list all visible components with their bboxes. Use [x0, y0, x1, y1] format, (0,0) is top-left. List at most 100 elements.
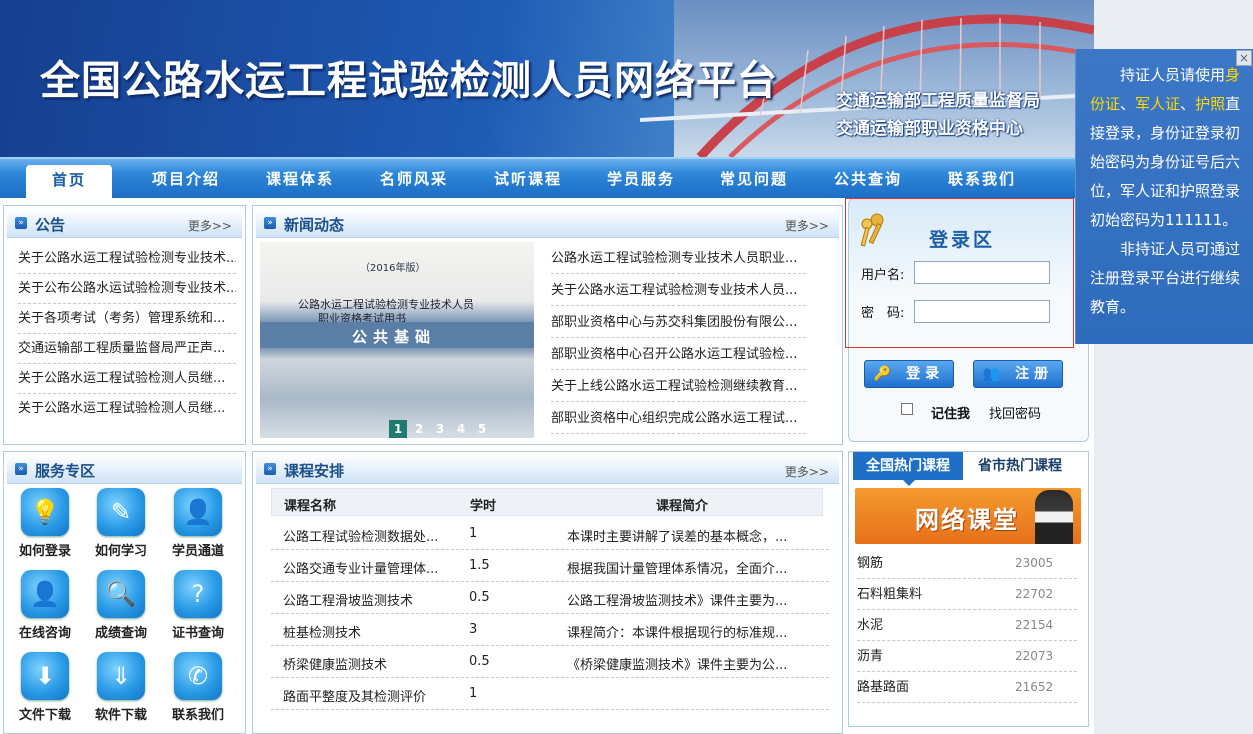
announcement-item[interactable]: 关于各项考试（考务）管理系统和...	[18, 304, 236, 334]
announcement-item[interactable]: 交通运输部工程质量监督局严正声...	[18, 334, 236, 364]
table-row[interactable]: 公路工程试验检测数据处... 1 本课时主要讲解了误差的基本概念，...	[271, 518, 829, 550]
announcement-panel: » 公告 更多>> 关于公路水运工程试验检测专业技术... 关于公布公路水运试验…	[3, 205, 246, 445]
service-contact-us[interactable]: ✆ 联系我们	[168, 652, 228, 726]
register-button[interactable]: 👥 注册	[973, 360, 1063, 388]
service-file-download[interactable]: ⬇ 文件下载	[15, 652, 75, 726]
nav-contact[interactable]: 联系我们	[948, 168, 1016, 189]
course-name[interactable]: 公路工程滑坡监测技术	[283, 590, 453, 609]
tab-national-hot[interactable]: 全国热门课程	[853, 452, 963, 480]
col-course-name: 课程名称	[284, 499, 337, 514]
pager-page[interactable]: 2	[410, 420, 428, 438]
arrow-icon: »	[264, 217, 276, 229]
course-desc: 课程简介：本课件根据现行的标准规...	[567, 626, 788, 641]
course-hours: 0.5	[469, 654, 490, 669]
hot-course-name: 路基路面	[857, 680, 910, 695]
announcement-item[interactable]: 关于公路水运工程试验检测人员继...	[18, 364, 236, 394]
hot-course-item[interactable]: 沥青 22073	[857, 641, 1077, 672]
nav-teachers[interactable]: 名师风采	[380, 168, 448, 189]
course-more-link[interactable]: 更多>>	[785, 463, 829, 480]
service-panel: » 服务专区 💡 如何登录 ✎ 如何学习 👤 学员通道 👤 在线咨询 🔍 成绩查询 ? 证书…	[3, 451, 246, 734]
hot-course-count: 21652	[1015, 680, 1054, 694]
login-highlight-frame	[845, 198, 1074, 348]
course-desc: 公路工程滑坡监测技术》课件主要为...	[567, 594, 788, 609]
table-row[interactable]: 公路交通专业计量管理体... 1.5 根据我国计量管理体系情况，全面介...	[271, 550, 829, 582]
tip-sep: 、	[1180, 95, 1196, 113]
course-table-header: 课程名称 学时 课程简介	[271, 488, 823, 516]
service-how-to-login[interactable]: 💡 如何登录	[15, 488, 75, 562]
news-item[interactable]: 部职业资格中心与苏交科集团股份有限公...	[551, 307, 806, 338]
pager-page[interactable]: 5	[473, 420, 491, 438]
nav-faq[interactable]: 常见问题	[720, 168, 788, 189]
course-desc: 根据我国计量管理体系情况，全面介...	[567, 562, 788, 577]
pager-page[interactable]: 4	[452, 420, 470, 438]
site-banner: 全国公路水运工程试验检测人员网络平台 交通运输部工程质量监督局 交通运输部职业资…	[0, 0, 1094, 157]
hot-course-item[interactable]: 石料粗集料 22702	[857, 579, 1077, 610]
service-label: 如何登录	[18, 544, 71, 559]
service-certificate-query[interactable]: ? 证书查询	[168, 570, 228, 644]
news-title: 新闻动态	[284, 216, 345, 234]
service-online-consult[interactable]: 👤 在线咨询	[15, 570, 75, 644]
register-button-label: 注册	[1015, 366, 1054, 382]
tip-military: 军人证	[1135, 95, 1181, 113]
presenter-figure	[1035, 490, 1073, 544]
nav-public-query[interactable]: 公共查询	[834, 168, 902, 189]
service-student-channel[interactable]: 👤 学员通道	[168, 488, 228, 562]
course-name[interactable]: 桩基检测技术	[283, 622, 453, 641]
question-icon: ?	[174, 570, 222, 618]
news-item[interactable]: 关于上线公路水运工程试验检测继续教育...	[551, 371, 806, 402]
service-title: 服务专区	[35, 462, 96, 480]
pager-page[interactable]: 3	[431, 420, 449, 438]
news-item[interactable]: 关于公路水运工程试验检测专业技术人员...	[551, 275, 806, 306]
course-name[interactable]: 公路交通专业计量管理体...	[283, 558, 453, 577]
recover-password-link[interactable]: 找回密码	[989, 403, 1041, 422]
announcement-header: » 公告 更多>>	[7, 209, 242, 238]
course-desc: 本课时主要讲解了误差的基本概念，...	[567, 530, 788, 545]
pager-page[interactable]: 1	[389, 420, 407, 438]
table-row[interactable]: 公路工程滑坡监测技术 0.5 公路工程滑坡监测技术》课件主要为...	[271, 582, 829, 614]
news-item[interactable]: 部职业资格中心召开公路水运工程试验检...	[551, 339, 806, 370]
service-score-query[interactable]: 🔍 成绩查询	[91, 570, 151, 644]
table-row[interactable]: 路面平整度及其检测评价 1	[271, 678, 829, 710]
col-hours: 学时	[470, 499, 497, 514]
consult-icon: 👤	[21, 570, 69, 618]
users-icon: 👥	[982, 366, 1006, 382]
course-hours: 0.5	[469, 590, 490, 605]
course-name[interactable]: 桥梁健康监测技术	[283, 654, 453, 673]
table-row[interactable]: 桩基检测技术 3 课程简介：本课件根据现行的标准规...	[271, 614, 829, 646]
tab-provincial-hot[interactable]: 省市热门课程	[965, 452, 1075, 480]
service-software-download[interactable]: ⇓ 软件下载	[91, 652, 151, 726]
service-label: 成绩查询	[94, 626, 147, 641]
announcement-item[interactable]: 关于公布公路水运试验检测专业技术...	[18, 274, 236, 304]
login-button[interactable]: 🔑 登录	[864, 360, 954, 388]
nav-student-service[interactable]: 学员服务	[607, 168, 675, 189]
course-hours: 3	[469, 622, 478, 637]
nav-course-system[interactable]: 课程体系	[266, 168, 334, 189]
hot-course-count: 23005	[1015, 556, 1054, 570]
tip-passport: 护照	[1195, 95, 1226, 113]
news-item[interactable]: 部职业资格中心组织完成公路水运工程试...	[551, 403, 806, 434]
course-schedule-panel: » 课程安排 更多>> 课程名称 学时 课程简介 公路工程试验检测数据处... 1…	[252, 451, 843, 734]
service-how-to-learn[interactable]: ✎ 如何学习	[91, 488, 151, 562]
tip-sep: 、	[1120, 95, 1136, 113]
remember-checkbox[interactable]	[901, 403, 913, 415]
site-title: 全国公路水运工程试验检测人员网络平台	[40, 57, 778, 104]
hot-course-item[interactable]: 路基路面 21652	[857, 672, 1077, 703]
nav-project-intro[interactable]: 项目介绍	[152, 168, 220, 189]
hot-course-item[interactable]: 水泥 22154	[857, 610, 1077, 641]
hot-course-item[interactable]: 钢筋 23005	[857, 548, 1077, 579]
nav-trial-courses[interactable]: 试听课程	[494, 168, 562, 189]
online-classroom-banner[interactable]: 网络课堂	[855, 488, 1081, 544]
announcement-more-link[interactable]: 更多>>	[188, 217, 232, 234]
announcement-item[interactable]: 关于公路水运工程试验检测专业技术...	[18, 244, 236, 274]
news-item[interactable]: 公路水运工程试验检测专业技术人员职业...	[551, 243, 806, 274]
announcement-item[interactable]: 关于公路水运工程试验检测人员继...	[18, 394, 236, 424]
key-icon: 🔑	[873, 366, 897, 382]
course-name[interactable]: 公路工程试验检测数据处...	[283, 526, 453, 545]
table-row[interactable]: 桥梁健康监测技术 0.5 《桥梁健康监测技术》课件主要为公...	[271, 646, 829, 678]
news-slideshow-image[interactable]: （2016年版） 公路水运工程试验检测专业技术人员 职业资格考试用书 公共基础 …	[260, 242, 534, 438]
nav-home[interactable]: 首页	[26, 165, 112, 200]
news-more-link[interactable]: 更多>>	[785, 217, 829, 234]
course-name[interactable]: 路面平整度及其检测评价	[283, 686, 453, 705]
remember-label[interactable]: 记住我	[931, 403, 970, 422]
login-tip-popup: × 持证人员请使用身份证、军人证、护照直接登录，身份证登录初始密码为身份证号后六…	[1075, 49, 1253, 344]
